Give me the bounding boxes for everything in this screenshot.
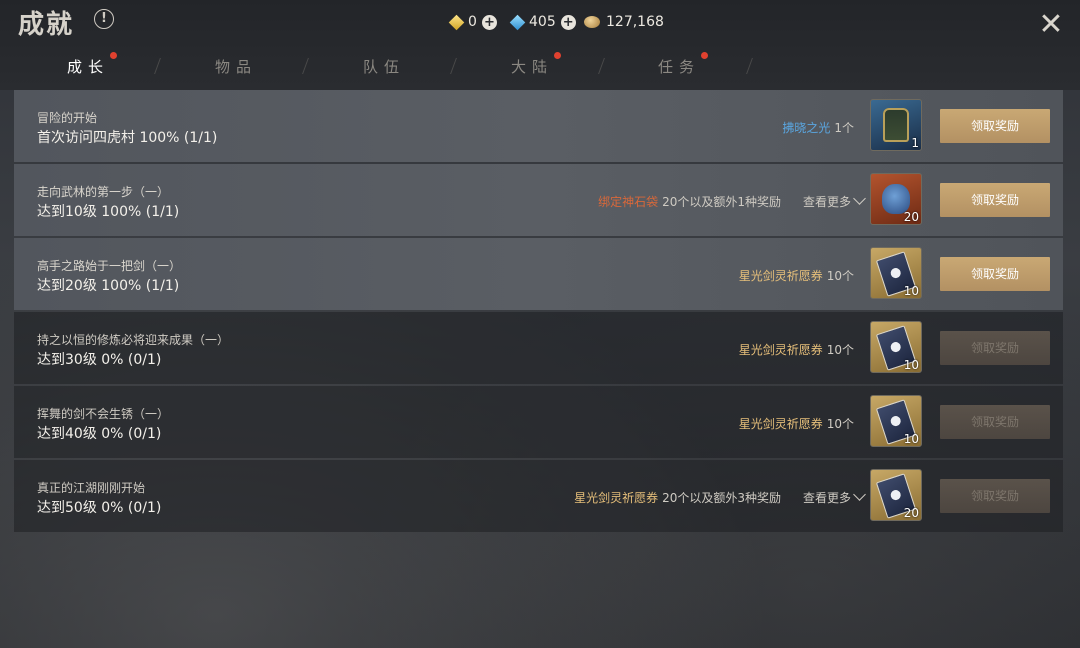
tab-label: 任务 xyxy=(658,58,701,76)
claim-reward-button-disabled: 领取奖励 xyxy=(940,331,1050,365)
achievement-row: 挥舞的剑不会生锈（一） 达到40级 0% (0/1) 星光剑灵祈愿券 10个 10… xyxy=(14,386,1063,458)
see-more-link[interactable]: 查看更多 xyxy=(803,192,866,210)
currency-gold-gem: 0 + xyxy=(448,12,497,32)
page-title: 成就 xyxy=(18,10,75,40)
item-count: 20 xyxy=(903,506,919,520)
tab-bar: 成长 物品 队伍 大陆 任务 xyxy=(0,52,1080,82)
info-icon[interactable]: ! xyxy=(94,9,114,29)
tab-continent[interactable]: 大陆 xyxy=(511,52,562,77)
tab-quests[interactable]: 任务 xyxy=(658,52,709,77)
claim-reward-button[interactable]: 领取奖励 xyxy=(940,257,1050,291)
see-more-link[interactable]: 查看更多 xyxy=(803,488,866,506)
reward-name: 绑定神石袋 xyxy=(598,195,659,209)
tab-items[interactable]: 物品 xyxy=(215,56,257,77)
reward-text: 星光剑灵祈愿券 10个 xyxy=(739,267,854,284)
reward-item-ticket-icon[interactable]: 10 xyxy=(870,395,922,447)
achievement-title: 冒险的开始 xyxy=(37,111,98,125)
item-count: 1 xyxy=(911,136,919,150)
tab-label: 队伍 xyxy=(363,58,406,76)
coin-icon xyxy=(584,16,600,28)
claim-reward-button[interactable]: 领取奖励 xyxy=(940,183,1050,217)
chevron-down-icon xyxy=(853,488,866,501)
add-gold-gem-button[interactable]: + xyxy=(481,14,497,30)
tab-divider xyxy=(598,58,605,74)
blue-gem-icon xyxy=(509,14,526,30)
tab-label: 物品 xyxy=(215,58,258,76)
achievement-progress: 达到40级 0% (0/1) xyxy=(37,426,162,442)
reward-name: 星光剑灵祈愿券 xyxy=(738,269,823,283)
achievement-row: 高手之路始于一把剑（一） 达到20级 100% (1/1) 星光剑灵祈愿券 10个… xyxy=(14,238,1063,310)
reward-item-armor-icon[interactable]: 1 xyxy=(870,99,922,151)
item-count: 10 xyxy=(903,284,919,298)
tab-divider xyxy=(302,58,309,74)
achievement-list: 冒险的开始 首次访问四虎村 100% (1/1) 拂晓之光 1个 1 领取奖励 走… xyxy=(14,90,1063,534)
notification-dot xyxy=(110,52,118,59)
reward-name: 星光剑灵祈愿券 xyxy=(738,343,823,357)
achievement-title: 高手之路始于一把剑（一） xyxy=(37,259,182,273)
reward-item-bag-icon[interactable]: 20 xyxy=(870,173,922,225)
top-bar: 成就 ! 0 + 405 + 127,168 ✕ 成长 物品 队伍 大陆 任务 xyxy=(0,0,1080,90)
currency-value: 405 xyxy=(529,14,556,30)
reward-name: 星光剑灵祈愿券 xyxy=(574,491,659,505)
reward-text: 星光剑灵祈愿券 10个 xyxy=(739,341,854,358)
achievement-title: 走向武林的第一步（一） xyxy=(37,185,170,199)
achievement-progress: 首次访问四虎村 100% (1/1) xyxy=(37,130,218,146)
currency-coin: 127,168 xyxy=(584,12,664,32)
reward-quantity: 1个 xyxy=(834,121,854,135)
tab-divider xyxy=(746,58,753,74)
item-count: 20 xyxy=(903,210,919,224)
reward-name: 星光剑灵祈愿券 xyxy=(738,417,823,431)
achievement-row: 真正的江湖刚刚开始 达到50级 0% (0/1) 星光剑灵祈愿券 20个以及额外3… xyxy=(14,460,1063,532)
achievement-title: 持之以恒的修炼必将迎来成果（一） xyxy=(37,333,230,347)
reward-quantity: 10个 xyxy=(826,417,854,431)
item-count: 10 xyxy=(903,432,919,446)
achievement-row: 走向武林的第一步（一） 达到10级 100% (1/1) 绑定神石袋 20个以及额… xyxy=(14,164,1063,236)
achievement-title: 挥舞的剑不会生锈（一） xyxy=(37,407,170,421)
item-count: 10 xyxy=(903,358,919,372)
reward-quantity: 20个以及额外1种奖励 xyxy=(662,195,781,209)
claim-reward-button-disabled: 领取奖励 xyxy=(940,479,1050,513)
reward-quantity: 20个以及额外3种奖励 xyxy=(662,491,781,505)
reward-text: 星光剑灵祈愿券 20个以及额外3种奖励 xyxy=(574,489,781,506)
reward-quantity: 10个 xyxy=(826,343,854,357)
currency-value: 127,168 xyxy=(606,14,664,30)
reward-text: 拂晓之光 1个 xyxy=(782,119,854,136)
claim-reward-button-disabled: 领取奖励 xyxy=(940,405,1050,439)
achievement-progress: 达到50级 0% (0/1) xyxy=(37,500,162,516)
add-blue-gem-button[interactable]: + xyxy=(560,14,576,30)
tab-label: 成长 xyxy=(67,58,110,76)
tab-divider xyxy=(450,58,457,74)
claim-reward-button[interactable]: 领取奖励 xyxy=(940,109,1050,143)
reward-item-ticket-icon[interactable]: 10 xyxy=(870,247,922,299)
tab-label: 大陆 xyxy=(511,58,554,76)
notification-dot xyxy=(701,52,709,59)
notification-dot xyxy=(554,52,562,59)
achievement-row: 冒险的开始 首次访问四虎村 100% (1/1) 拂晓之光 1个 1 领取奖励 xyxy=(14,90,1063,162)
achievement-title: 真正的江湖刚刚开始 xyxy=(37,481,146,495)
achievement-row: 持之以恒的修炼必将迎来成果（一） 达到30级 0% (0/1) 星光剑灵祈愿券 1… xyxy=(14,312,1063,384)
close-button[interactable]: ✕ xyxy=(1036,10,1066,40)
reward-item-ticket-icon[interactable]: 10 xyxy=(870,321,922,373)
reward-text: 星光剑灵祈愿券 10个 xyxy=(739,415,854,432)
tab-team[interactable]: 队伍 xyxy=(363,56,405,77)
achievement-progress: 达到10级 100% (1/1) xyxy=(37,204,180,220)
currency-blue-gem: 405 + xyxy=(509,12,576,32)
reward-item-ticket-icon[interactable]: 20 xyxy=(870,469,922,521)
gold-gem-icon xyxy=(448,14,465,30)
achievement-progress: 达到30级 0% (0/1) xyxy=(37,352,162,368)
reward-text: 绑定神石袋 20个以及额外1种奖励 xyxy=(598,193,781,210)
chevron-down-icon xyxy=(853,192,866,205)
tab-divider xyxy=(154,58,161,74)
tab-growth[interactable]: 成长 xyxy=(67,52,118,77)
currency-value: 0 xyxy=(468,14,477,30)
achievement-progress: 达到20级 100% (1/1) xyxy=(37,278,180,294)
reward-quantity: 10个 xyxy=(826,269,854,283)
reward-name: 拂晓之光 xyxy=(782,121,831,135)
